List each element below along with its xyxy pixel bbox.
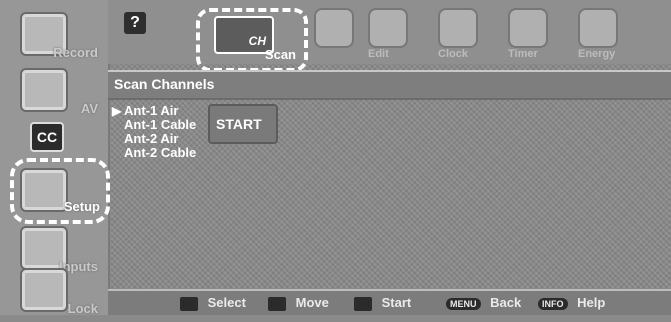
- option-label: Ant-2 Air: [124, 131, 179, 146]
- page-title: Scan Channels: [114, 76, 215, 92]
- hint-back-label: Back: [490, 295, 522, 310]
- sidebar-label-setup: Setup: [63, 199, 100, 214]
- timer-label: Timer: [508, 48, 538, 60]
- edit-icon: [368, 8, 408, 48]
- hint-select-label: Select: [207, 295, 246, 310]
- top-item-edit[interactable]: Edit: [368, 8, 428, 60]
- scan-ch-text: CH: [248, 34, 266, 48]
- hint-help: INFO Help: [538, 295, 605, 310]
- selection-arrow-icon: ▶: [112, 104, 122, 118]
- sidebar-label-record: Record: [53, 45, 98, 60]
- cc-icon: CC: [30, 122, 64, 152]
- scan-label: Scan: [264, 47, 296, 62]
- top-item-clock[interactable]: Clock: [438, 8, 498, 60]
- option-label: Ant-2 Cable: [124, 145, 197, 160]
- hint-back: MENU Back: [446, 295, 521, 310]
- content-area: ▶ Ant-1 Air Ant-1 Cable Ant-2 Air Ant-2 …: [108, 98, 671, 275]
- energy-label: Energy: [578, 48, 616, 60]
- sidebar-item-setup[interactable]: Setup: [10, 158, 110, 224]
- info-key-icon: INFO: [538, 297, 568, 310]
- updown-icon: [180, 296, 198, 311]
- sidebar-item-lock[interactable]: Lock: [6, 262, 104, 322]
- av-icon: [20, 68, 68, 112]
- top-item-timer[interactable]: Timer: [508, 8, 568, 60]
- top-item-help[interactable]: ?: [116, 8, 160, 58]
- setup-icon: [20, 168, 68, 212]
- sidebar: Record AV CC Setup Inputs Lock: [0, 0, 110, 316]
- hint-start-label: Start: [381, 295, 412, 310]
- start-button[interactable]: START: [208, 104, 278, 144]
- clock-label: Clock: [438, 48, 468, 60]
- start-button-label: START: [216, 116, 262, 132]
- option-ant-1-cable[interactable]: Ant-1 Cable: [112, 118, 196, 132]
- help-icon: ?: [124, 12, 146, 34]
- ch-icon: [314, 8, 354, 48]
- hint-move: Move: [268, 295, 329, 311]
- top-item-scan[interactable]: CH Scan: [196, 8, 308, 72]
- option-label: Ant-1 Cable: [124, 117, 197, 132]
- option-label: Ant-1 Air: [124, 103, 179, 118]
- option-ant-2-air[interactable]: Ant-2 Air: [112, 132, 196, 146]
- hint-move-label: Move: [295, 295, 329, 310]
- clock-icon: [438, 8, 478, 48]
- sidebar-item-record[interactable]: Record: [6, 6, 104, 66]
- timer-icon: [508, 8, 548, 48]
- lock-icon: [20, 268, 68, 312]
- scan-options-list: ▶ Ant-1 Air Ant-1 Cable Ant-2 Air Ant-2 …: [112, 104, 196, 160]
- option-ant-1-air[interactable]: ▶ Ant-1 Air: [112, 103, 196, 119]
- hint-help-label: Help: [577, 295, 606, 310]
- edit-label: Edit: [368, 48, 389, 60]
- top-item-ch[interactable]: [314, 8, 364, 58]
- top-menu: ? CH Scan Edit Clock Timer Energy: [108, 0, 671, 72]
- hint-select: Select: [180, 295, 246, 311]
- option-ant-2-cable[interactable]: Ant-2 Cable: [112, 146, 196, 160]
- ok-icon: [354, 296, 372, 311]
- bottom-bar: Select Move Start MENU Back INFO Help: [108, 289, 671, 315]
- energy-icon: [578, 8, 618, 48]
- section-header: Scan Channels: [108, 70, 671, 100]
- top-item-energy[interactable]: Energy: [578, 8, 658, 60]
- sidebar-label-lock: Lock: [67, 301, 98, 316]
- leftright-icon: [268, 296, 286, 311]
- hint-start: Start: [354, 295, 411, 311]
- menu-key-icon: MENU: [446, 297, 481, 310]
